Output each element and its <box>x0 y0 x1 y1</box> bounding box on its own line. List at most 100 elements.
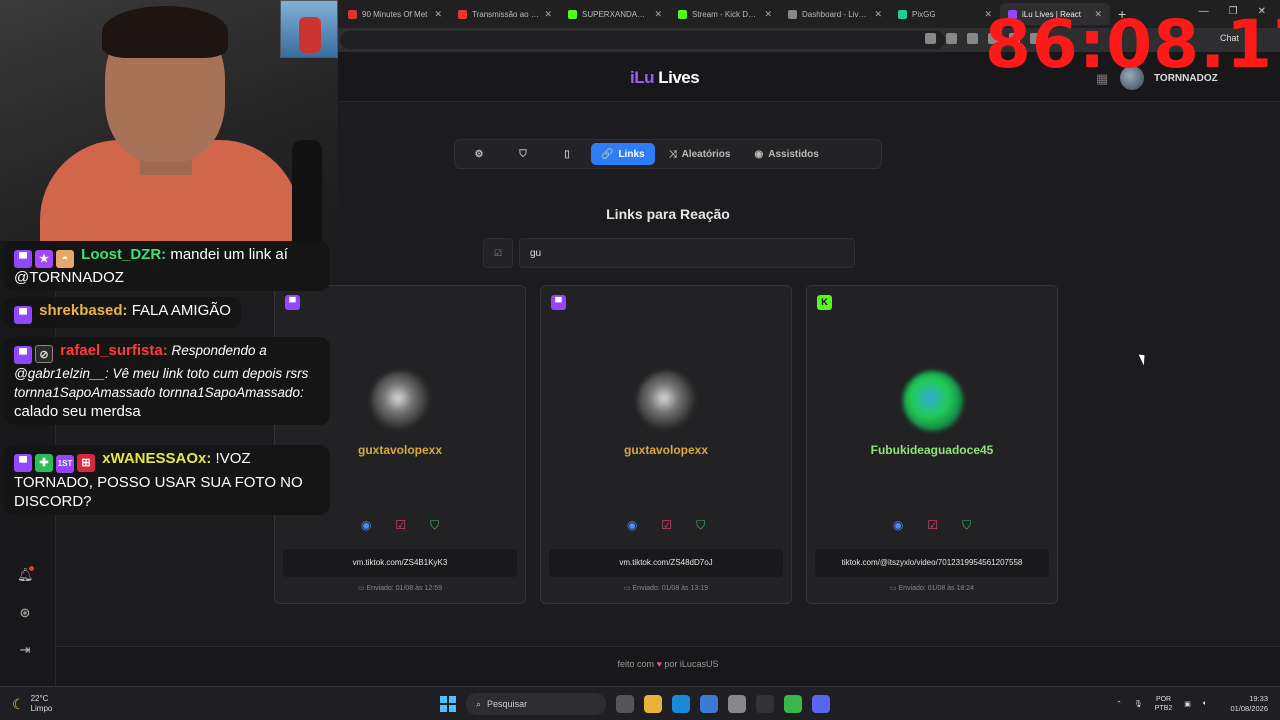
close-tab-icon[interactable]: ✕ <box>434 9 442 20</box>
tab-shield[interactable]: ⛉ <box>503 143 543 165</box>
app-icon[interactable] <box>728 695 746 713</box>
chat-message: ▀ shrekbased: FALA AMIGÃO <box>4 297 241 328</box>
support-icon[interactable]: ⊛ <box>17 605 33 621</box>
browser-tab[interactable]: Stream - Kick Dashb ✕ <box>670 3 780 25</box>
link-url[interactable]: tiktok.com/@itszyxlo/video/7012319954561… <box>815 549 1049 577</box>
tab-label: Links <box>618 148 645 160</box>
calendar-icon: ▭ <box>357 585 367 592</box>
windows-start-icon[interactable] <box>440 696 456 712</box>
cake-badge-icon: ◓ <box>56 250 74 268</box>
no-audio-badge-icon: ⊘ <box>35 345 53 363</box>
close-tab-icon[interactable]: ✕ <box>874 9 882 20</box>
filter-icon[interactable]: ☑ <box>483 238 513 268</box>
avatar <box>903 371 963 431</box>
browser-tab[interactable]: Transmissão ao vivo ✕ <box>450 3 560 25</box>
volume-icon[interactable]: 🔈︎ <box>1203 700 1207 708</box>
shield-icon[interactable]: ⛉ <box>430 518 439 533</box>
network-icon[interactable]: ▣ <box>1184 700 1191 708</box>
edge-icon[interactable] <box>672 695 690 713</box>
stream-timer: 86:08.17 <box>985 6 1280 83</box>
screen: 90 Minutes Of Met ✕ Transmissão ao vivo ✕ SU… <box>0 0 1280 720</box>
checkbox-icon[interactable]: ☑ <box>395 518 406 533</box>
browser-tab[interactable]: PixGG ✕ <box>890 3 1000 25</box>
heart-icon: ♥ <box>656 659 662 669</box>
tab-favicon-icon <box>678 9 687 19</box>
close-tab-icon[interactable]: ✕ <box>654 9 662 20</box>
extension-icon[interactable] <box>946 33 957 44</box>
system-tray: ⌃ 🎙︎ POR PTB2 ▣ 🔈︎ <box>1116 695 1207 713</box>
star-badge-icon: ★ <box>35 250 53 268</box>
tab-favicon-icon <box>458 9 467 19</box>
weather-text: Limpo <box>30 704 53 713</box>
discord-icon[interactable] <box>812 695 830 713</box>
language-code: POR <box>1155 696 1172 703</box>
tab-favicon-icon <box>788 9 797 19</box>
gift-badge-icon: ⊞ <box>77 454 95 472</box>
weather-widget[interactable]: ☾ 22°C Limpo <box>12 694 52 714</box>
taskbar: ☾ 22°C Limpo ⌕ Pesquisar ⌃ 🎙︎ POR PTB2 ▣ 🔈︎… <box>0 686 1280 720</box>
chat-username: xWANESSAOx: <box>102 450 212 467</box>
sender-name: Fubukideaguadoce45 <box>870 443 994 457</box>
gear-icon: ⚙ <box>474 148 484 160</box>
microphone-icon[interactable]: 🎙︎ <box>1134 700 1143 708</box>
picture-in-picture-overlay <box>280 0 338 58</box>
microphone <box>292 140 322 241</box>
favorite-icon[interactable] <box>925 33 936 44</box>
shield-icon[interactable]: ⛉ <box>696 518 705 533</box>
moon-icon: ☾ <box>12 696 25 712</box>
close-tab-icon[interactable]: ✕ <box>764 9 772 20</box>
sent-timestamp: ▭ Enviado: 01/08 às 13:19 <box>541 584 791 592</box>
browser-tab[interactable]: Dashboard - LivePix ✕ <box>780 3 890 25</box>
browser-tab[interactable]: 90 Minutes Of Met ✕ <box>340 3 450 25</box>
close-tab-icon[interactable]: ✕ <box>544 9 552 20</box>
checkbox-icon[interactable]: ☑ <box>927 518 938 533</box>
clock-date: 01/08/2026 <box>1230 704 1268 713</box>
tab-link[interactable]: 🔗 Links <box>591 143 655 165</box>
app-logo[interactable]: iLu Lives <box>630 68 700 88</box>
twitch-badge-icon: ▀ <box>14 250 32 268</box>
eye-icon[interactable]: ◉ <box>893 518 903 533</box>
link-icon: 🔗 <box>601 148 614 160</box>
eye-icon[interactable]: ◉ <box>627 518 637 533</box>
card-actions: ◉ ☑ ⛉ <box>275 518 525 533</box>
search-input[interactable] <box>519 238 855 268</box>
link-url[interactable]: vm.tiktok.com/ZS4B1KyK3 <box>283 549 517 577</box>
tab-gear[interactable]: ⚙ <box>459 143 499 165</box>
clock[interactable]: 19:33 01/08/2026 <box>1230 694 1268 714</box>
footer-prefix: feito com <box>617 659 655 669</box>
temperature: 22°C <box>30 694 49 703</box>
task-view-icon[interactable] <box>616 695 634 713</box>
extension-icon[interactable] <box>967 33 978 44</box>
notification-bell-icon[interactable]: 🔔︎ <box>17 566 34 583</box>
tab-title: Dashboard - LivePix <box>802 9 870 19</box>
first-badge-icon: 1ST <box>56 455 74 473</box>
calendar-icon: ▭ <box>623 585 633 592</box>
tab-shuffle[interactable]: ⤨ Aleatórios <box>659 143 741 165</box>
keyboard-layout: PTB2 <box>1154 705 1173 712</box>
search-icon: ⌕ <box>476 698 482 709</box>
tab-eye[interactable]: ◉ Assistidos <box>744 143 828 165</box>
store-icon[interactable] <box>700 695 718 713</box>
browser-tab[interactable]: SUPERXANDAO Str ✕ <box>560 3 670 25</box>
chevron-up-icon[interactable]: ⌃ <box>1116 700 1122 708</box>
tab-label: Assistidos <box>768 148 819 160</box>
logout-icon[interactable]: ⇥ <box>17 642 33 658</box>
chat-text: calado seu merdsa <box>14 403 141 420</box>
checkbox-icon[interactable]: ☑ <box>661 518 672 533</box>
shield-icon[interactable]: ⛉ <box>962 518 971 533</box>
eye-icon[interactable]: ◉ <box>361 518 371 533</box>
webcam-person-hair <box>102 6 228 58</box>
taskbar-search-label: Pesquisar <box>487 699 528 709</box>
tab-tablet[interactable]: ▯ <box>547 143 587 165</box>
tab-title: Transmissão ao vivo <box>472 9 540 19</box>
app-icon[interactable] <box>784 695 802 713</box>
tab-favicon-icon <box>568 9 577 19</box>
app-icon[interactable] <box>756 695 774 713</box>
tablet-icon: ▯ <box>564 148 570 160</box>
language-indicator[interactable]: POR PTB2 <box>1155 695 1173 713</box>
link-url[interactable]: vm.tiktok.com/ZS48dD7oJ <box>549 549 783 577</box>
file-explorer-icon[interactable] <box>644 695 662 713</box>
logo-suffix: Lives <box>654 68 700 87</box>
address-bar[interactable] <box>340 31 945 49</box>
taskbar-search[interactable]: ⌕ Pesquisar <box>466 693 606 715</box>
